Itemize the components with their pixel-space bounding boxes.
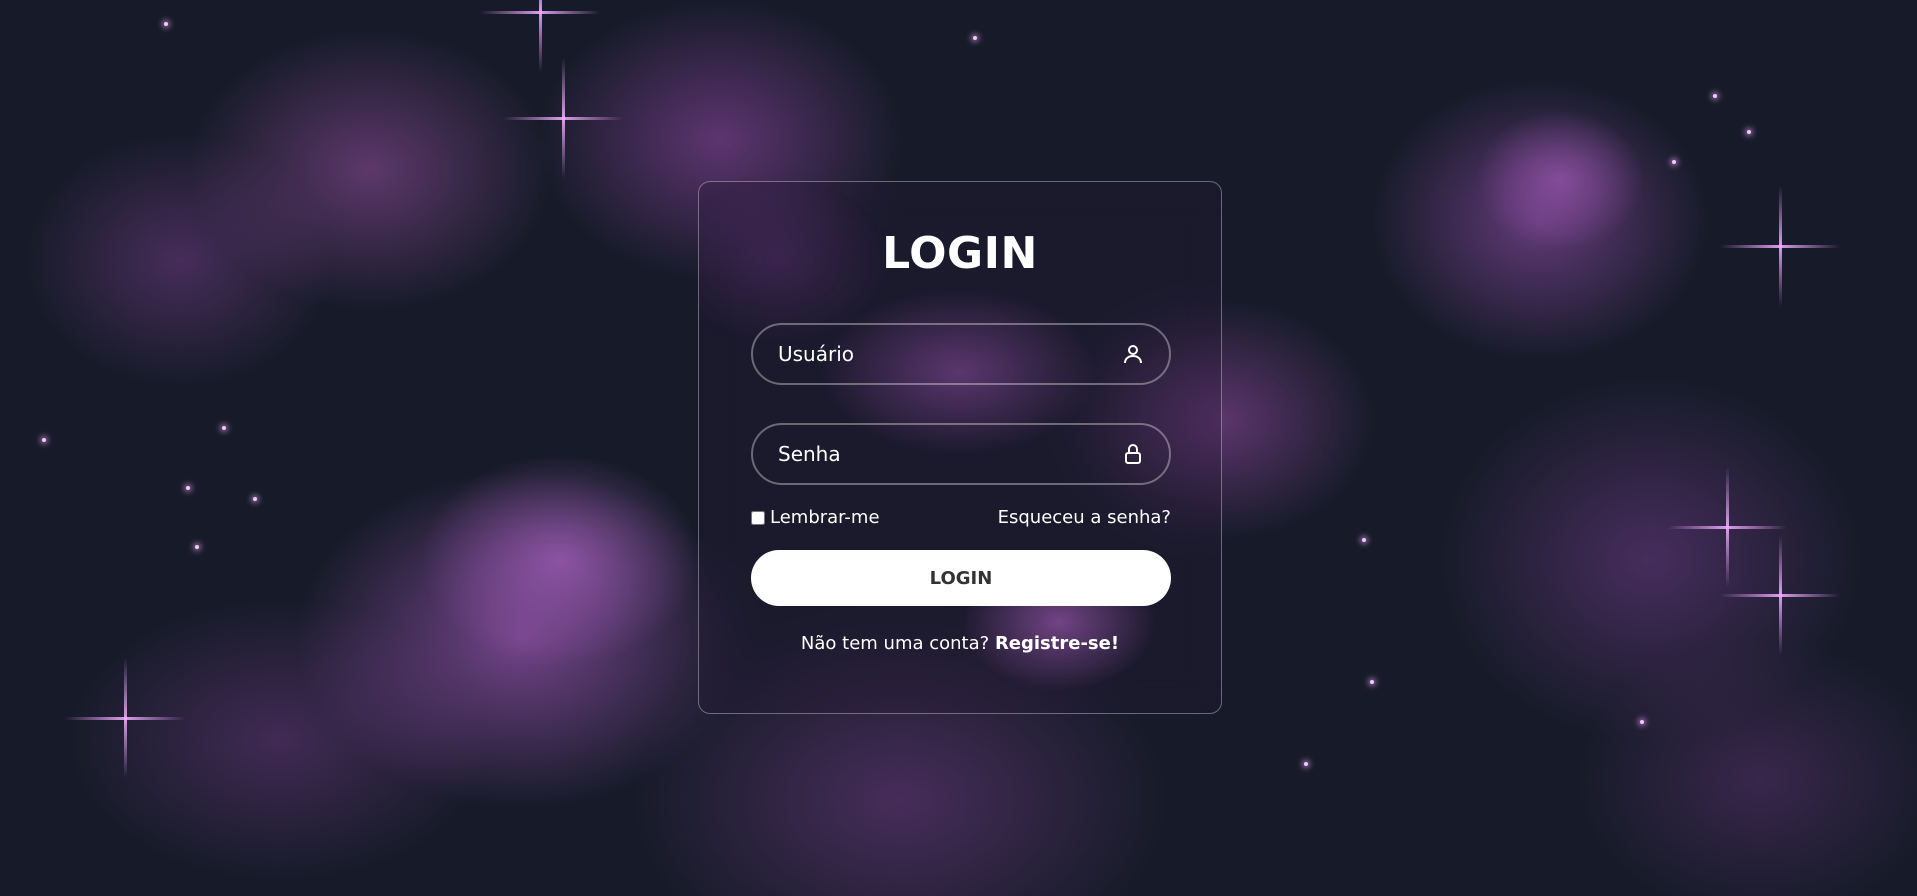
star-decoration: [1747, 130, 1751, 134]
star-decoration: [186, 486, 190, 490]
username-field-box: [751, 323, 1171, 385]
star-decoration: [42, 438, 46, 442]
star-decoration: [973, 36, 977, 40]
star-decoration: [164, 22, 168, 26]
star-decoration: [195, 545, 199, 549]
star-decoration: [222, 426, 226, 430]
star-decoration: [1640, 720, 1644, 724]
star-decoration: [1370, 680, 1374, 684]
remember-me-text: Lembrar-me: [770, 507, 880, 528]
user-icon: [1124, 345, 1142, 364]
remember-me-label[interactable]: Lembrar-me: [751, 507, 880, 528]
star-decoration: [1672, 160, 1676, 164]
star-decoration: [253, 497, 257, 501]
login-button[interactable]: LOGIN: [751, 550, 1171, 606]
lock-icon: [1125, 444, 1141, 464]
remember-forgot-row: Lembrar-me Esqueceu a senha?: [751, 507, 1171, 531]
register-prompt-text: Não tem uma conta?: [800, 633, 990, 654]
register-prompt: Não tem uma conta? Registre-se!: [699, 633, 1221, 654]
forgot-password-link[interactable]: Esqueceu a senha?: [998, 507, 1171, 528]
password-input[interactable]: [753, 425, 1169, 483]
star-decoration: [1304, 762, 1308, 766]
register-link[interactable]: Registre-se!: [995, 633, 1119, 654]
login-title: LOGIN: [882, 228, 1038, 279]
remember-me-checkbox[interactable]: [751, 510, 765, 525]
login-card: LOGIN Lembrar-me Esqueceu a senha? LOGIN…: [698, 181, 1222, 714]
star-decoration: [1362, 538, 1366, 542]
star-decoration: [1713, 94, 1717, 98]
password-field-box: [751, 423, 1171, 485]
username-input[interactable]: [753, 325, 1169, 383]
